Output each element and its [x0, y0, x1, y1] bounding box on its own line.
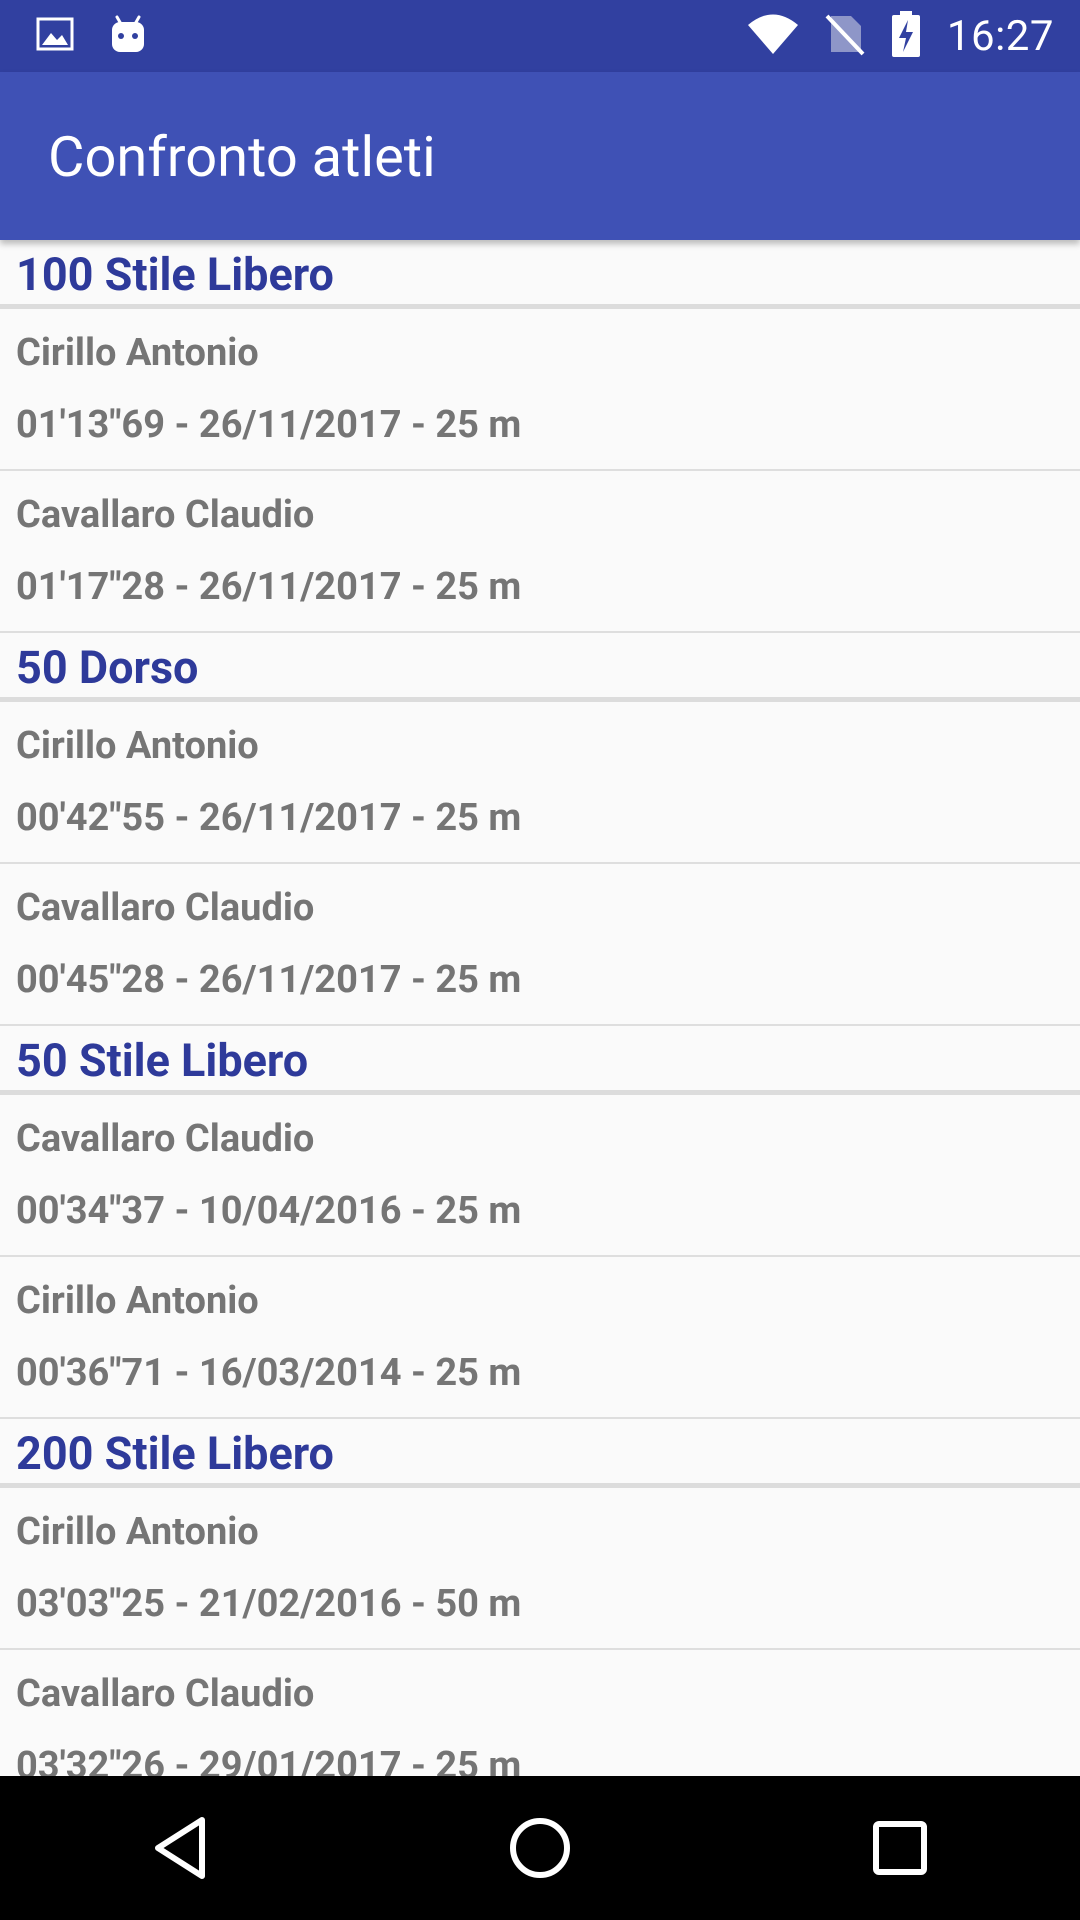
list-item[interactable]: Cirillo Antonio 03'03"25 - 21/02/2016 - …: [0, 1488, 1080, 1650]
android-icon: [108, 14, 148, 58]
result-detail: 00'42"55 - 26/11/2017 - 25 m: [16, 796, 522, 840]
athlete-name: Cirillo Antonio: [16, 1279, 259, 1323]
list-item[interactable]: Cavallaro Claudio 00'34"37 - 10/04/2016 …: [0, 1095, 1080, 1257]
result-detail: 03'32"26 - 29/01/2017 - 25 m: [16, 1744, 522, 1776]
section-title: 50 Dorso: [16, 641, 199, 694]
result-detail: 00'45"28 - 26/11/2017 - 25 m: [16, 958, 522, 1002]
athlete-name: Cirillo Antonio: [16, 724, 259, 768]
athlete-name: Cavallaro Claudio: [16, 1117, 315, 1161]
back-icon: [155, 1817, 205, 1879]
section-header: 50 Stile Libero: [0, 1026, 1080, 1095]
clock: 16:27: [946, 11, 1054, 61]
result-detail: 00'34"37 - 10/04/2016 - 25 m: [16, 1189, 522, 1233]
section-50-stile-libero: 50 Stile Libero Cavallaro Claudio 00'34"…: [0, 1026, 1080, 1419]
athlete-name: Cirillo Antonio: [16, 1510, 259, 1554]
result-detail: 01'17"28 - 26/11/2017 - 25 m: [16, 565, 522, 609]
list-item[interactable]: Cirillo Antonio 00'42"55 - 26/11/2017 - …: [0, 702, 1080, 864]
result-detail: 03'03"25 - 21/02/2016 - 50 m: [16, 1582, 522, 1626]
list-item[interactable]: Cavallaro Claudio 03'32"26 - 29/01/2017 …: [0, 1650, 1080, 1776]
section-header: 100 Stile Libero: [0, 240, 1080, 309]
athlete-name: Cavallaro Claudio: [16, 886, 315, 930]
no-sim-icon: [825, 12, 865, 60]
section-title: 100 Stile Libero: [16, 248, 334, 301]
section-100-stile-libero: 100 Stile Libero Cirillo Antonio 01'13"6…: [0, 240, 1080, 633]
section-title: 50 Stile Libero: [16, 1034, 309, 1087]
section-200-stile-libero: 200 Stile Libero Cirillo Antonio 03'03"2…: [0, 1419, 1080, 1776]
image-icon: [36, 17, 74, 55]
recents-button[interactable]: [828, 1776, 972, 1920]
recents-icon: [873, 1821, 927, 1875]
home-button[interactable]: [468, 1776, 612, 1920]
comparison-list[interactable]: 100 Stile Libero Cirillo Antonio 01'13"6…: [0, 240, 1080, 1776]
navigation-bar: [0, 1776, 1080, 1920]
list-item[interactable]: Cavallaro Claudio 00'45"28 - 26/11/2017 …: [0, 864, 1080, 1026]
back-button[interactable]: [108, 1776, 252, 1920]
battery-charging-icon: [891, 10, 921, 62]
list-item[interactable]: Cirillo Antonio 01'13"69 - 26/11/2017 - …: [0, 309, 1080, 471]
section-50-dorso: 50 Dorso Cirillo Antonio 00'42"55 - 26/1…: [0, 633, 1080, 1026]
status-bar: 16:27: [0, 0, 1080, 72]
athlete-name: Cavallaro Claudio: [16, 1672, 315, 1716]
app-title: Confronto atleti: [48, 124, 436, 190]
list-item[interactable]: Cavallaro Claudio 01'17"28 - 26/11/2017 …: [0, 471, 1080, 633]
section-title: 200 Stile Libero: [16, 1427, 334, 1480]
section-header: 50 Dorso: [0, 633, 1080, 702]
result-detail: 00'36"71 - 16/03/2014 - 25 m: [16, 1351, 522, 1395]
wifi-icon: [747, 12, 799, 60]
app-bar: Confronto atleti: [0, 72, 1080, 240]
result-detail: 01'13"69 - 26/11/2017 - 25 m: [16, 403, 522, 447]
athlete-name: Cirillo Antonio: [16, 331, 259, 375]
athlete-name: Cavallaro Claudio: [16, 493, 315, 537]
home-icon: [510, 1818, 570, 1878]
section-header: 200 Stile Libero: [0, 1419, 1080, 1488]
list-item[interactable]: Cirillo Antonio 00'36"71 - 16/03/2014 - …: [0, 1257, 1080, 1419]
